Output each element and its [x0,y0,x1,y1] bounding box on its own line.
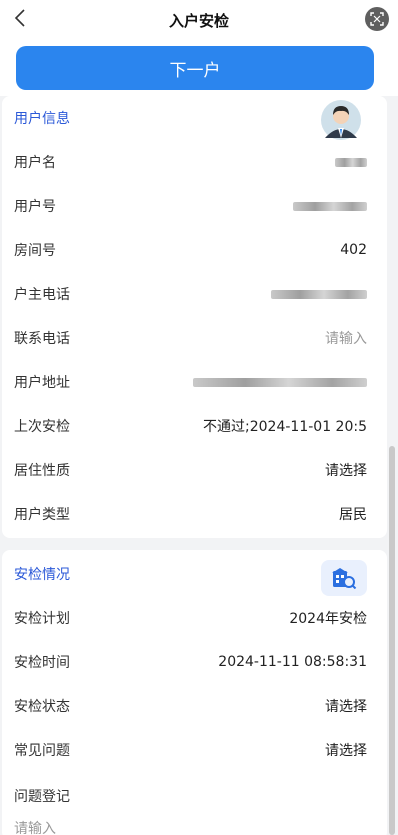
user-info-card: 用户信息 用户名 用户号 房间号 402 户主电话 联系电话 请输入 用户地址 … [2,96,387,538]
label-inspection-status: 安检状态 [14,699,70,715]
label-inspection-plan: 安检计划 [14,611,70,627]
label-user-address: 用户地址 [14,375,70,391]
label-last-inspection: 上次安检 [14,419,70,435]
inspection-card: 安检情况 安检计划 2024年安检 安检时间 2024-11-11 08:58:… [2,550,387,835]
row-user-type[interactable]: 用户类型 居民 [2,492,387,536]
redacted-user-address [193,378,367,387]
label-user-number: 用户号 [14,199,56,215]
row-residence-type[interactable]: 居住性质 请选择 [2,448,387,492]
nav-bar: 入户安检 [0,0,398,40]
row-inspection-plan: 安检计划 2024年安检 [2,596,387,640]
label-inspection-time: 安检时间 [14,655,70,671]
row-common-issues[interactable]: 常见问题 请选择 [2,728,387,772]
value-inspection-time: 2024-11-11 08:58:31 [218,654,367,670]
row-owner-phone: 户主电话 [2,272,387,316]
row-user-number: 用户号 [2,184,387,228]
section-title-user-info: 用户信息 [14,111,70,127]
building-search-icon[interactable] [321,560,367,596]
redacted-user-number [293,202,367,211]
row-contact-phone[interactable]: 联系电话 请输入 [2,316,387,360]
avatar [317,100,365,140]
label-owner-phone: 户主电话 [14,287,70,303]
residence-type-select[interactable]: 请选择 [325,460,367,480]
row-inspection-status[interactable]: 安检状态 请选择 [2,684,387,728]
label-user-name: 用户名 [14,155,56,171]
row-problem-registration: 问题登记 [2,774,387,818]
inspection-status-select[interactable]: 请选择 [325,696,367,716]
label-contact-phone: 联系电话 [14,331,70,347]
user-type-select[interactable]: 居民 [339,504,367,524]
next-household-button[interactable]: 下一户 [16,46,374,90]
label-problem-registration: 问题登记 [14,789,70,805]
scrollbar[interactable] [389,446,395,835]
label-common-issues: 常见问题 [14,743,70,759]
row-last-inspection: 上次安检 不通过;2024-11-01 20:5 [2,404,387,448]
label-residence-type: 居住性质 [14,463,70,479]
row-inspection-time: 安检时间 2024-11-11 08:58:31 [2,640,387,684]
value-inspection-plan: 2024年安检 [289,611,367,627]
chevron-left-icon[interactable] [8,6,32,30]
page-title: 入户安检 [168,11,229,30]
redacted-user-name [335,158,367,167]
label-room-number: 房间号 [14,243,56,259]
row-user-address: 用户地址 [2,360,387,404]
value-last-inspection: 不通过;2024-11-01 20:5 [203,419,367,435]
section-title-inspection: 安检情况 [14,567,70,583]
row-user-name: 用户名 [2,140,387,184]
common-issues-select[interactable]: 请选择 [325,740,367,760]
value-room-number: 402 [340,242,367,258]
contact-phone-input[interactable]: 请输入 [325,328,367,348]
redacted-owner-phone [271,290,367,299]
row-room-number: 房间号 402 [2,228,387,272]
problem-registration-input[interactable]: 请输入 [14,818,56,835]
scan-icon[interactable] [365,7,389,31]
label-user-type: 用户类型 [14,507,70,523]
